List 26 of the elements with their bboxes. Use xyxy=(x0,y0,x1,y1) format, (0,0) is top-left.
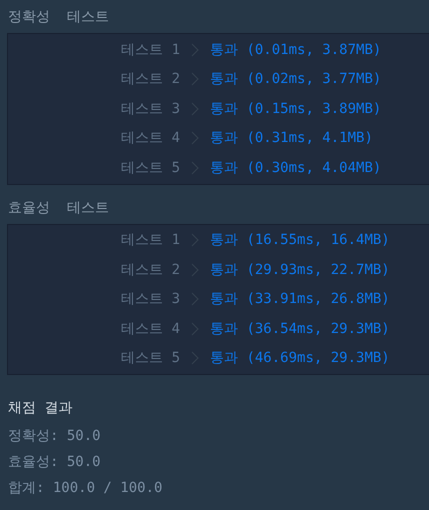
test-result: 통과 (0.01ms, 3.87MB) xyxy=(210,40,382,59)
summary-title: 채점 결과 xyxy=(8,399,74,418)
section-title: 효율성 테스트 xyxy=(7,198,110,218)
test-label: 테스트 3 xyxy=(121,290,180,308)
test-result: 통과 (0.02ms, 3.77MB) xyxy=(210,70,382,88)
test-label: 테스트 2 xyxy=(121,70,180,88)
test-result: 통과 (0.31ms, 4.1MB) xyxy=(210,129,374,148)
test-result: 통과 (46.69ms, 29.3MB) xyxy=(210,349,391,368)
test-result: 통과 (0.30ms, 4.04MB) xyxy=(210,158,382,177)
test-result: 통과 (16.55ms, 16.4MB) xyxy=(210,231,391,250)
test-label: 테스트 2 xyxy=(121,260,180,279)
score-line: 효율성: 50.0 xyxy=(8,453,102,472)
test-label: 테스트 1 xyxy=(121,231,180,250)
test-label: 테스트 4 xyxy=(121,320,180,338)
test-result: 통과 (36.54ms, 29.3MB) xyxy=(210,320,391,338)
test-label: 테스트 3 xyxy=(121,100,180,118)
test-label: 테스트 5 xyxy=(121,349,180,368)
test-result: 통과 (29.93ms, 22.7MB) xyxy=(210,260,391,279)
test-result: 통과 (0.15ms, 3.89MB) xyxy=(210,100,382,118)
test-label: 테스트 4 xyxy=(121,129,180,148)
section-title: 정확성 테스트 xyxy=(7,8,110,27)
test-label: 테스트 1 xyxy=(121,40,180,59)
score-line: 합계: 100.0 / 100.0 xyxy=(8,479,164,498)
test-label: 테스트 5 xyxy=(121,158,180,177)
test-result: 통과 (33.91ms, 26.8MB) xyxy=(210,290,391,308)
score-line: 정확성: 50.0 xyxy=(8,427,102,446)
